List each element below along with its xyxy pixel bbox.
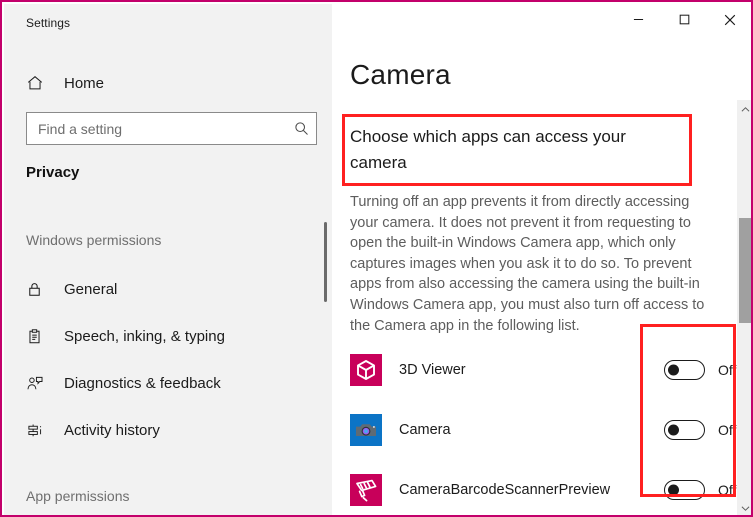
camera-access-toggle[interactable] <box>664 360 705 380</box>
app-permissions-list: 3D Viewer Off Camera Off CameraBarcodeSc… <box>350 340 740 515</box>
app-toggle-group: Off <box>664 480 744 500</box>
toggle-knob <box>668 364 679 376</box>
page-category-title: Privacy <box>26 164 80 181</box>
person-feedback-icon <box>26 372 52 394</box>
home-icon <box>26 72 52 94</box>
list-item[interactable]: Camera Off <box>350 400 740 460</box>
sidebar: Settings Home Privacy Windows permission… <box>4 4 332 515</box>
minimize-button[interactable] <box>615 4 661 35</box>
sidebar-item-label: General <box>64 280 118 298</box>
page-title: Camera <box>350 59 451 90</box>
sidebar-item-general[interactable]: General <box>4 272 332 306</box>
search-box[interactable] <box>26 112 317 145</box>
sidebar-item-label: Home <box>64 74 105 92</box>
sidebar-group-app-permissions: App permissions <box>26 488 130 504</box>
sidebar-scrollbar-track[interactable] <box>324 154 328 494</box>
app-name: CameraBarcodeScannerPreview <box>399 482 611 498</box>
cube-3d-icon <box>350 354 382 386</box>
app-name: Camera <box>399 422 451 438</box>
camera-access-toggle[interactable] <box>664 480 705 500</box>
camera-access-toggle[interactable] <box>664 420 705 440</box>
section-heading: Choose which apps can access your camera <box>350 127 626 172</box>
section-description: Turning off an app prevents it from dire… <box>350 194 705 334</box>
sidebar-scrollbar-thumb[interactable] <box>324 222 327 302</box>
camera-icon <box>350 414 382 446</box>
close-button[interactable] <box>707 4 751 35</box>
chevron-up-icon[interactable] <box>737 100 751 118</box>
sidebar-group-windows-permissions: Windows permissions <box>26 232 162 248</box>
timeline-icon <box>26 419 52 441</box>
sidebar-item-speech-inking-typing[interactable]: Speech, inking, & typing <box>4 319 332 353</box>
search-icon[interactable] <box>286 121 316 136</box>
barcode-scanner-icon <box>350 474 382 506</box>
sidebar-item-label: Activity history <box>64 421 160 439</box>
clipboard-icon <box>26 325 52 347</box>
main-scrollbar[interactable] <box>737 100 751 515</box>
app-title: Settings <box>26 16 71 30</box>
toggle-knob <box>668 484 679 496</box>
sidebar-item-home[interactable]: Home <box>4 66 332 100</box>
app-name: 3D Viewer <box>399 362 466 378</box>
window-caption-buttons <box>615 4 751 35</box>
sidebar-item-diagnostics-feedback[interactable]: Diagnostics & feedback <box>4 366 332 400</box>
sidebar-item-label: Diagnostics & feedback <box>64 374 221 392</box>
lock-icon <box>26 278 52 300</box>
sidebar-item-label: Speech, inking, & typing <box>64 327 225 345</box>
main-content: Camera Choose which apps can access your… <box>332 4 751 515</box>
list-item[interactable]: 3D Viewer Off <box>350 340 740 400</box>
search-input[interactable] <box>27 113 286 144</box>
settings-window: Settings Home Privacy Windows permission… <box>0 0 753 517</box>
list-item[interactable]: CameraBarcodeScannerPreview Off <box>350 460 740 515</box>
main-scrollbar-thumb[interactable] <box>739 218 751 323</box>
toggle-knob <box>668 424 679 436</box>
maximize-button[interactable] <box>661 4 707 35</box>
chevron-down-icon[interactable] <box>737 499 751 515</box>
sidebar-item-activity-history[interactable]: Activity history <box>4 413 332 447</box>
app-toggle-group: Off <box>664 420 744 440</box>
app-toggle-group: Off <box>664 360 744 380</box>
